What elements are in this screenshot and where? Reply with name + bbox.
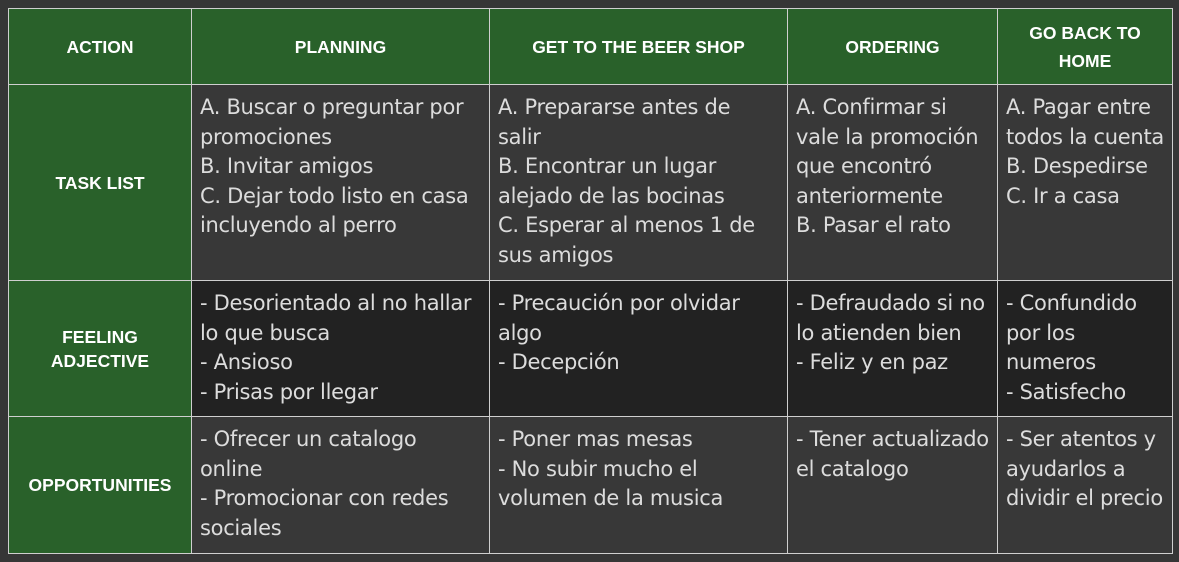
header-row: ACTION PLANNING GET TO THE BEER SHOP ORD… — [8, 8, 1173, 85]
feeling-ordering: - Defraudado si no lo atienden bien - Fe… — [787, 280, 998, 417]
feeling-planning: - Desorientado al no hallar lo que busca… — [191, 280, 490, 417]
table-row-task-list: TASK LIST A. Buscar o preguntar por prom… — [8, 84, 1173, 281]
opportunity-go-back-home: - Ser atentos y ayudarlos a dividir el p… — [997, 416, 1173, 554]
table-row-feeling-adjective: FEELING ADJECTIVE - Desorientado al no h… — [8, 280, 1173, 417]
task-go-back-home: A. Pagar entre todos la cuenta B. Desped… — [997, 84, 1173, 281]
opportunity-planning: - Ofrecer un catalogo online - Promocion… — [191, 416, 490, 554]
opportunity-ordering: - Tener actualizado el catalogo — [787, 416, 998, 554]
header-stage-get-to-beer-shop: GET TO THE BEER SHOP — [489, 8, 788, 85]
table-row-opportunities: OPPORTUNITIES - Ofrecer un catalogo onli… — [8, 416, 1173, 554]
row-label-feeling-adjective: FEELING ADJECTIVE — [8, 280, 192, 417]
customer-journey-table: ACTION PLANNING GET TO THE BEER SHOP ORD… — [8, 8, 1173, 554]
task-ordering: A. Confirmar si vale la promoción que en… — [787, 84, 998, 281]
task-get-to-beer-shop: A. Prepararse antes de salir B. Encontra… — [489, 84, 788, 281]
opportunity-get-to-beer-shop: - Poner mas mesas - No subir mucho el vo… — [489, 416, 788, 554]
feeling-get-to-beer-shop: - Precaución por olvidar algo - Decepció… — [489, 280, 788, 417]
row-label-opportunities: OPPORTUNITIES — [8, 416, 192, 554]
row-label-task-list: TASK LIST — [8, 84, 192, 281]
header-stage-ordering: ORDERING — [787, 8, 998, 85]
header-stage-go-back-home: GO BACK TO HOME — [997, 8, 1173, 85]
feeling-go-back-home: - Confundido por los numeros - Satisfech… — [997, 280, 1173, 417]
header-action: ACTION — [8, 8, 192, 85]
task-planning: A. Buscar o preguntar por promociones B.… — [191, 84, 490, 281]
header-stage-planning: PLANNING — [191, 8, 490, 85]
